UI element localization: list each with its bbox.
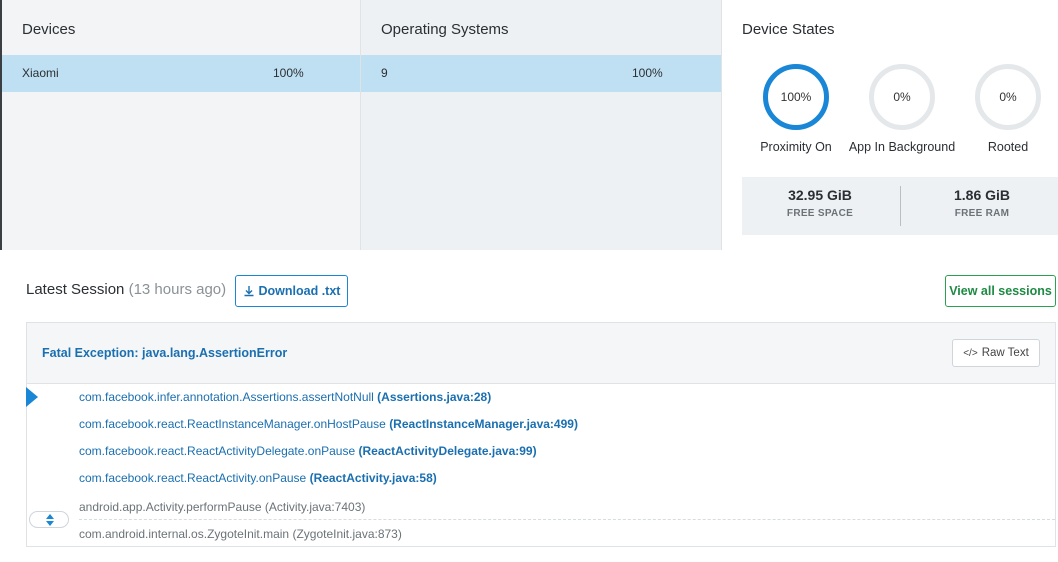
free-space-value: 32.95 GiB [788, 187, 852, 203]
expand-frames-button[interactable] [29, 511, 69, 528]
latest-session-title: Latest Session [26, 281, 125, 298]
free-space-label: FREE SPACE [786, 208, 854, 219]
device-name: Xiaomi [22, 66, 59, 80]
stack-frame[interactable]: com.facebook.react.ReactInstanceManager.… [79, 417, 578, 431]
stack-frame[interactable]: android.app.Activity.performPause (Activ… [79, 500, 365, 514]
device-percent: 100% [273, 66, 304, 80]
free-ram-label: FREE RAM [954, 208, 1010, 219]
proximity-label: Proximity On [760, 140, 832, 154]
frame-location: (ReactInstanceManager.java:499) [389, 417, 578, 431]
view-all-sessions-button[interactable]: View all sessions [945, 275, 1056, 307]
crash-frame-marker-icon [26, 387, 38, 407]
rooted-gauge: 0% [975, 64, 1041, 130]
app-background-label: App In Background [848, 140, 956, 154]
rooted-value: 0% [999, 90, 1017, 104]
free-ram-value: 1.86 GiB [953, 187, 1011, 203]
stats-divider [900, 186, 901, 226]
summary-panels: Devices Xiaomi 100% Operating Systems 9 … [0, 0, 1058, 250]
frame-location: (ZygoteInit.java:873) [292, 527, 402, 541]
session-time-ago: (13 hours ago) [128, 281, 227, 298]
code-icon: </> [963, 347, 978, 359]
stack-frame[interactable]: com.facebook.react.ReactActivityDelegate… [79, 444, 537, 458]
raw-text-label: Raw Text [981, 347, 1029, 359]
frame-method: com.facebook.infer.annotation.Assertions… [79, 390, 374, 404]
proximity-value: 100% [780, 90, 812, 104]
exception-title: Fatal Exception: java.lang.AssertionErro… [42, 346, 288, 360]
os-row-selected[interactable]: 9 100% [361, 55, 721, 92]
download-txt-button[interactable]: Download .txt [235, 275, 348, 307]
devices-title: Devices [22, 21, 76, 38]
frame-method: com.facebook.react.ReactActivityDelegate… [79, 444, 356, 458]
frame-method: com.facebook.react.ReactInstanceManager.… [79, 417, 386, 431]
os-version: 9 [381, 66, 388, 80]
proximity-gauge: 100% [763, 64, 829, 130]
stack-frame[interactable]: com.facebook.infer.annotation.Assertions… [79, 390, 491, 404]
frame-method: com.android.internal.os.ZygoteInit.main [79, 527, 290, 541]
app-background-gauge: 0% [869, 64, 935, 130]
frame-location: (ReactActivityDelegate.java:99) [358, 444, 537, 458]
os-title: Operating Systems [381, 21, 509, 38]
device-states-title: Device States [742, 21, 835, 38]
device-row-selected[interactable]: Xiaomi 100% [2, 55, 360, 92]
free-ram-stat: 1.86 GiB FREE RAM [907, 187, 1057, 219]
device-states-panel: Device States 100% Proximity On 0% App I… [722, 0, 1058, 250]
exception-header: Fatal Exception: java.lang.AssertionErro… [27, 323, 1055, 384]
memory-stats: 32.95 GiB FREE SPACE 1.86 GiB FREE RAM [742, 177, 1058, 235]
app-background-value: 0% [893, 90, 911, 104]
stacktrace-card: Fatal Exception: java.lang.AssertionErro… [26, 322, 1056, 547]
frame-location: (ReactActivity.java:58) [309, 471, 437, 485]
frame-method: android.app.Activity.performPause [79, 500, 262, 514]
download-icon [244, 286, 254, 297]
os-panel: Operating Systems 9 100% [361, 0, 722, 250]
collapsed-frames-divider [79, 519, 1055, 520]
frame-location: (Assertions.java:28) [377, 390, 492, 404]
stack-frame[interactable]: com.android.internal.os.ZygoteInit.main … [79, 527, 402, 541]
latest-session-heading: Latest Session (13 hours ago) [26, 281, 226, 298]
os-percent: 100% [632, 66, 663, 80]
raw-text-button[interactable]: </> Raw Text [952, 339, 1040, 367]
frame-method: com.facebook.react.ReactActivity.onPause [79, 471, 307, 485]
free-space-stat: 32.95 GiB FREE SPACE [745, 187, 895, 219]
devices-panel: Devices Xiaomi 100% [0, 0, 361, 250]
rooted-label: Rooted [987, 140, 1029, 154]
frame-location: (Activity.java:7403) [264, 500, 366, 514]
expand-collapse-icon [46, 514, 54, 526]
stack-frame[interactable]: com.facebook.react.ReactActivity.onPause… [79, 471, 437, 485]
download-label: Download .txt [258, 284, 341, 298]
